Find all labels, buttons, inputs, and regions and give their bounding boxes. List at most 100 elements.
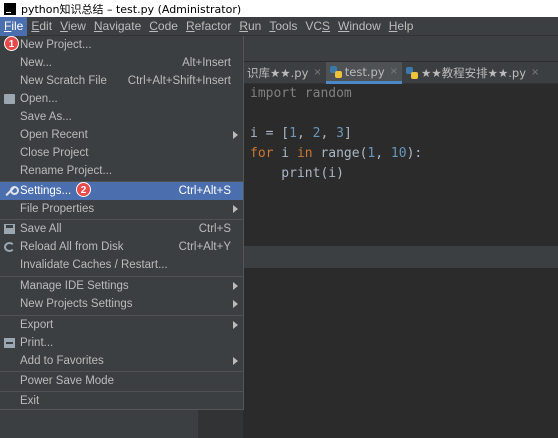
menu-item-shortcut: Ctrl+Alt+Y (178, 241, 231, 253)
step-1-badge: 1 (4, 36, 19, 51)
code-line-1: import random (250, 86, 352, 101)
submenu-arrow-icon (233, 282, 238, 290)
menu-file-rest: ile (11, 18, 24, 33)
submenu-arrow-icon (233, 357, 238, 365)
menu-code-rest: ode (157, 18, 178, 33)
menu-item-label: Print... (20, 337, 54, 349)
menu-refactor[interactable]: Refactor (182, 17, 235, 36)
menu-item-close-project[interactable]: Close Project (0, 144, 243, 162)
menu-refactor-rest: efactor (194, 18, 232, 33)
menu-view[interactable]: View (56, 17, 90, 36)
menu-item-open-recent[interactable]: Open Recent (0, 126, 243, 144)
menu-item-rename-project[interactable]: Rename Project... (0, 162, 243, 180)
menu-item-new-scratch-file[interactable]: New Scratch File Ctrl+Alt+Shift+Insert (0, 72, 243, 90)
menu-navigate-mnemonic: N (93, 18, 103, 33)
submenu-arrow-icon (233, 205, 238, 213)
menu-item-power-save-mode[interactable]: Power Save Mode (0, 372, 243, 390)
menu-item-label: Settings... (20, 185, 72, 197)
code-keyword: in (296, 146, 313, 161)
close-icon[interactable]: × (390, 61, 398, 83)
menu-run[interactable]: Run (235, 17, 265, 36)
submenu-arrow-icon (233, 300, 238, 308)
menu-item-file-properties[interactable]: File Properties (0, 200, 243, 218)
menu-item-label: Power Save Mode (20, 375, 114, 387)
tab-test-py[interactable]: test.py × (325, 61, 403, 84)
code-number: 3 (336, 126, 344, 141)
project-panel-edge (198, 410, 243, 438)
code-token: ): (406, 146, 423, 161)
reload-icon (4, 242, 15, 252)
folder-icon (4, 94, 15, 104)
menu-item-reload-all[interactable]: Reload All from Disk Ctrl+Alt+Y (0, 238, 243, 256)
editor-tabs: 识库★★.py × test.py × ★★教程安排★★.py × (243, 62, 558, 84)
menu-item-label: Exit (20, 395, 40, 407)
menu-item-label: New Project... (20, 39, 92, 51)
menu-item-save-all[interactable]: Save All Ctrl+S (0, 220, 243, 238)
menu-item-exit[interactable]: Exit (0, 392, 243, 410)
tab-label: ★★教程安排★★.py (421, 66, 527, 80)
file-menu-dropdown: New Project... New... Alt+Insert New Scra… (0, 36, 244, 410)
tab-course-schedule[interactable]: ★★教程安排★★.py × (402, 62, 543, 84)
python-file-icon (329, 65, 342, 78)
save-icon (4, 224, 15, 234)
window-title: python知识总结 – test.py (Administrator) (21, 2, 242, 16)
menu-item-shortcut: Alt+Insert (182, 57, 231, 69)
menu-item-label: Invalidate Caches / Restart... (20, 259, 168, 271)
tab-knowledge-base[interactable]: 识库★★.py × (243, 62, 326, 84)
menu-item-label: Rename Project... (20, 165, 113, 177)
menu-item-print[interactable]: Print... (0, 334, 243, 352)
menu-run-mnemonic: R (239, 18, 248, 33)
code-keyword: for (250, 146, 274, 161)
printer-icon (4, 338, 15, 348)
menu-run-rest: un (247, 18, 262, 33)
submenu-arrow-icon (233, 321, 238, 329)
menu-item-invalidate-caches[interactable]: Invalidate Caches / Restart... (0, 256, 243, 274)
menu-item-label: Open Recent (20, 129, 88, 141)
code-token: range( (312, 146, 368, 161)
close-icon[interactable]: × (313, 62, 321, 84)
menu-window[interactable]: Window (334, 17, 385, 36)
menu-help[interactable]: Help (385, 17, 418, 36)
python-file-icon (406, 67, 419, 79)
menu-item-new[interactable]: New... Alt+Insert (0, 54, 243, 72)
code-number: 10 (390, 146, 407, 161)
code-token: , (320, 126, 337, 141)
menu-vcs-rest: VC (305, 18, 323, 33)
menu-item-label: Add to Favorites (20, 355, 104, 367)
close-icon[interactable]: × (531, 62, 539, 84)
menu-item-new-project[interactable]: New Project... (0, 36, 243, 54)
menu-item-open[interactable]: Open... (0, 90, 243, 108)
menu-code-mnemonic: C (149, 18, 158, 33)
code-editor[interactable]: import random i = [1, 2, 3] for i in ran… (243, 84, 558, 246)
menu-item-add-to-favorites[interactable]: Add to Favorites (0, 352, 243, 370)
code-token: i (273, 146, 297, 161)
menu-view-mnemonic: V (60, 18, 68, 33)
menu-view-rest: iew (67, 18, 86, 33)
code-line-3: for i in range(1, 10): (250, 144, 422, 164)
menu-code[interactable]: Code (145, 17, 182, 36)
menu-navigate[interactable]: Navigate (90, 17, 145, 36)
menu-tools[interactable]: Tools (265, 17, 301, 36)
code-token: ] (343, 126, 352, 141)
submenu-arrow-icon (233, 131, 238, 139)
window-title-bar: python知识总结 – test.py (Administrator) (0, 0, 558, 17)
menu-item-new-projects-settings[interactable]: New Projects Settings (0, 295, 243, 313)
menu-item-manage-ide-settings[interactable]: Manage IDE Settings (0, 277, 243, 295)
menu-item-label: Close Project (20, 147, 89, 159)
menu-item-settings[interactable]: Settings... Ctrl+Alt+S (0, 182, 243, 200)
menu-help-rest: elp (397, 18, 414, 33)
menu-item-save-as[interactable]: Save As... (0, 108, 243, 126)
tab-label: test.py (344, 64, 385, 79)
menu-window-mnemonic: W (338, 18, 350, 33)
menu-item-label: New Projects Settings (20, 298, 133, 310)
menu-item-export[interactable]: Export (0, 316, 243, 334)
menu-item-label: Manage IDE Settings (20, 280, 129, 292)
menu-edit[interactable]: Edit (27, 17, 56, 36)
menu-file[interactable]: File (0, 16, 28, 36)
tool-window-bar (243, 246, 558, 268)
menu-item-label: Open... (20, 93, 58, 105)
code-number: 1 (289, 126, 297, 141)
menu-vcs[interactable]: VCS (301, 17, 334, 36)
pycharm-app-icon (4, 2, 16, 15)
menu-item-label: Reload All from Disk (20, 241, 124, 253)
